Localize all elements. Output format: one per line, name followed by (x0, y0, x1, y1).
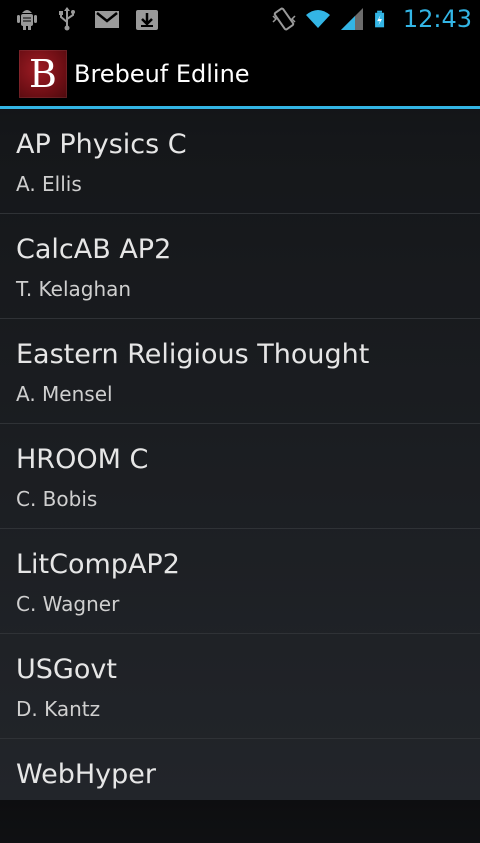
list-item[interactable]: HROOM C C. Bobis (0, 424, 480, 529)
wifi-icon (305, 10, 330, 28)
app-logo[interactable]: B (19, 50, 67, 98)
battery-charging-icon (374, 10, 384, 28)
status-bar: 12:43 (0, 0, 480, 38)
action-bar: B Brebeuf Edline (0, 38, 480, 106)
teacher-name: T. Kelaghan (16, 277, 132, 301)
list-item[interactable]: Eastern Religious Thought A. Mensel (0, 319, 480, 424)
android-debug-icon (17, 10, 37, 30)
teacher-name: D. Kantz (16, 697, 101, 721)
list-item[interactable]: CalcAB AP2 T. Kelaghan (0, 214, 480, 319)
list-item[interactable]: USGovt D. Kantz (0, 634, 480, 739)
course-name: LitCompAP2 (16, 549, 180, 580)
vibrate-icon (272, 7, 296, 31)
teacher-name: A. Mensel (16, 382, 113, 406)
download-icon (136, 10, 158, 30)
course-list[interactable]: AP Physics C A. Ellis CalcAB AP2 T. Kela… (0, 109, 480, 843)
course-name: HROOM C (16, 444, 149, 475)
course-name: AP Physics C (16, 129, 187, 160)
app-title: Brebeuf Edline (74, 60, 250, 88)
gmail-icon (95, 11, 119, 28)
teacher-name: C. Bobis (16, 487, 98, 511)
usb-icon (59, 7, 75, 31)
list-item[interactable]: LitCompAP2 C. Wagner (0, 529, 480, 634)
teacher-name: C. Wagner (16, 592, 120, 616)
course-name: USGovt (16, 654, 117, 685)
clock: 12:43 (402, 5, 472, 33)
list-item[interactable]: WebHyper (0, 739, 480, 843)
course-name: Eastern Religious Thought (16, 339, 370, 370)
list-item[interactable]: AP Physics C A. Ellis (0, 109, 480, 214)
app-logo-letter: B (29, 52, 57, 96)
signal-icon (340, 8, 363, 30)
course-name: CalcAB AP2 (16, 234, 172, 265)
course-name: WebHyper (16, 759, 156, 790)
teacher-name: A. Ellis (16, 172, 82, 196)
